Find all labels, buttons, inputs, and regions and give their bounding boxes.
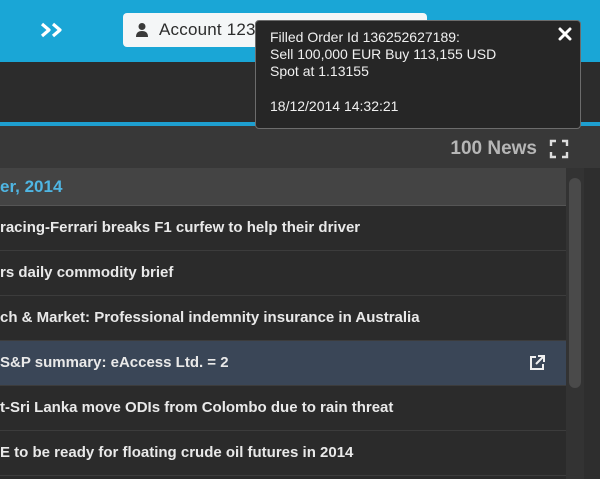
panel-right-edge — [584, 168, 600, 479]
news-panel-header: 100 News — [0, 126, 600, 168]
scrollbar-track[interactable] — [566, 168, 584, 479]
news-row[interactable]: rs daily commodity brief — [0, 251, 566, 296]
expand-panel-button[interactable] — [34, 14, 72, 46]
news-title: E to be ready for floating crude oil fut… — [0, 444, 354, 461]
news-row[interactable]: ch & Market: Professional indemnity insu… — [0, 296, 566, 341]
notification-order-line: Filled Order Id 136252627189: — [270, 29, 460, 45]
date-group-label: er, 2014 — [0, 177, 63, 196]
notification-timestamp: 18/12/2014 14:32:21 — [270, 98, 399, 114]
close-icon[interactable] — [558, 27, 572, 41]
account-label: Account 123 — [159, 20, 256, 39]
fullscreen-icon[interactable] — [549, 139, 569, 159]
news-row[interactable]: racing-Ferrari breaks F1 curfew to help … — [0, 206, 566, 251]
news-row[interactable]: t-Sri Lanka move ODIs from Colombo due t… — [0, 386, 566, 431]
news-row[interactable]: E to be ready for floating crude oil fut… — [0, 431, 566, 476]
news-title: rs daily commodity brief — [0, 264, 174, 281]
date-group-header: er, 2014 — [0, 168, 566, 206]
news-title: ch & Market: Professional indemnity insu… — [0, 309, 420, 326]
scrollbar-thumb[interactable] — [569, 178, 581, 388]
notification-trade-line: Sell 100,000 EUR Buy 113,155 USD — [270, 46, 497, 62]
news-count: 100 News — [450, 138, 537, 159]
double-chevron-right-icon — [40, 22, 62, 38]
news-title: t-Sri Lanka move ODIs from Colombo due t… — [0, 399, 394, 416]
notification-rate-line: Spot at 1.13155 — [270, 63, 369, 79]
order-notification: Filled Order Id 136252627189: Sell 100,0… — [255, 20, 581, 129]
external-link-icon[interactable] — [528, 354, 546, 372]
news-row-selected[interactable]: S&P summary: eAccess Ltd. = 2 — [0, 341, 566, 386]
news-title: S&P summary: eAccess Ltd. = 2 — [0, 354, 229, 371]
person-icon — [136, 23, 148, 37]
news-list: racing-Ferrari breaks F1 curfew to help … — [0, 206, 566, 476]
news-title: racing-Ferrari breaks F1 curfew to help … — [0, 219, 361, 236]
